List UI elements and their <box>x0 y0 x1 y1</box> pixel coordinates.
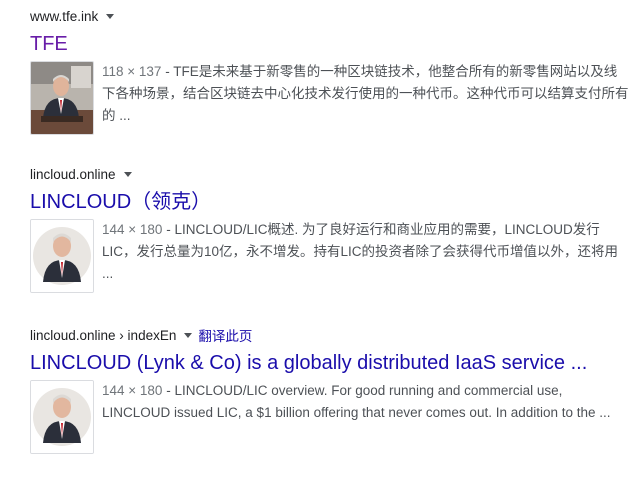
image-dimensions: 118 × 137 <box>102 64 162 79</box>
result-body: 118 × 137 - TFE是未来基于新零售的一种区块链技术，他整合所有的新零… <box>30 61 630 135</box>
snippet-separator: - <box>162 222 175 237</box>
result-site[interactable]: www.tfe.ink <box>30 9 98 24</box>
result-snippet: 144 × 180 - LINCLOUD/LIC overview. For g… <box>102 380 630 454</box>
result-snippet: 144 × 180 - LINCLOUD/LIC概述. 为了良好运行和商业应用的… <box>102 219 630 293</box>
snippet-separator: - <box>162 383 175 398</box>
caret-down-icon[interactable] <box>123 172 132 177</box>
result-thumbnail[interactable] <box>30 219 94 293</box>
search-result-1: www.tfe.ink TFE 118 × 137 - TFE是未来基于新零售的… <box>30 6 630 135</box>
caret-down-icon[interactable] <box>106 14 115 19</box>
result-url[interactable]: lincloud.online <box>30 164 630 184</box>
search-result-2: lincloud.online LINCLOUD（领克） 144 × 180 -… <box>30 164 630 293</box>
person-photo-icon <box>31 62 93 134</box>
result-title-link[interactable]: LINCLOUD（领克） <box>30 188 630 216</box>
result-thumbnail[interactable] <box>30 61 94 135</box>
image-dimensions: 144 × 180 <box>102 383 163 398</box>
snippet-text: TFE是未来基于新零售的一种区块链技术，他整合所有的新零售网站以及线下各种场景，… <box>102 64 629 123</box>
image-dimensions: 144 × 180 <box>102 222 163 237</box>
result-url[interactable]: lincloud.online › indexEn 翻译此页 <box>30 325 630 345</box>
caret-down-icon[interactable] <box>184 333 193 338</box>
snippet-text: LINCLOUD/LIC overview. For good running … <box>102 383 611 420</box>
result-url[interactable]: www.tfe.ink <box>30 6 630 26</box>
snippet-separator: - <box>161 64 174 79</box>
snippet-text: LINCLOUD/LIC概述. 为了良好运行和商业应用的需要，LINCLOUD发… <box>102 222 619 281</box>
person-portrait-icon <box>31 220 93 292</box>
search-result-3: lincloud.online › indexEn 翻译此页 LINCLOUD … <box>30 325 630 454</box>
result-site[interactable]: lincloud.online › indexEn <box>30 328 176 343</box>
result-snippet: 118 × 137 - TFE是未来基于新零售的一种区块链技术，他整合所有的新零… <box>102 61 630 135</box>
result-title-link[interactable]: LINCLOUD (Lynk & Co) is a globally distr… <box>30 349 630 377</box>
result-body: 144 × 180 - LINCLOUD/LIC overview. For g… <box>30 380 630 454</box>
result-site[interactable]: lincloud.online <box>30 167 116 182</box>
result-title-link[interactable]: TFE <box>30 30 630 58</box>
result-thumbnail[interactable] <box>30 380 94 454</box>
result-body: 144 × 180 - LINCLOUD/LIC概述. 为了良好运行和商业应用的… <box>30 219 630 293</box>
person-portrait-icon <box>31 381 93 453</box>
translate-page-link[interactable]: 翻译此页 <box>198 325 252 345</box>
